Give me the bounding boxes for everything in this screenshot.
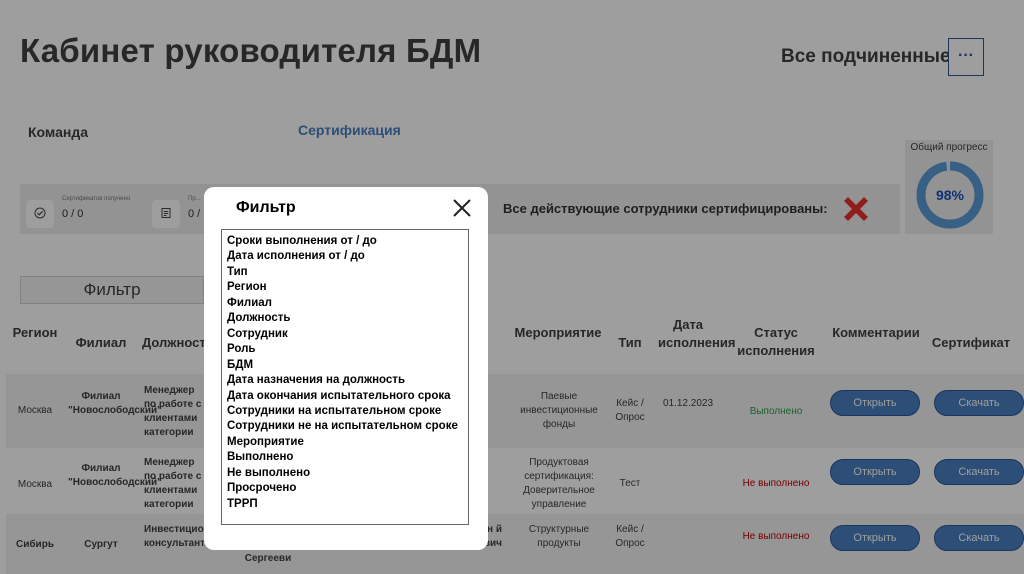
- filter-option-bdm[interactable]: БДМ: [227, 358, 468, 373]
- filter-option-position[interactable]: Должность: [227, 311, 468, 326]
- filter-option-probation-end-date[interactable]: Дата окончания испытательного срока: [227, 389, 468, 404]
- modal-title: Фильтр: [236, 199, 296, 216]
- filter-option-event[interactable]: Мероприятие: [227, 435, 468, 450]
- filter-option-deadline-range[interactable]: Сроки выполнения от / до: [227, 234, 468, 249]
- filter-option-employee[interactable]: Сотрудник: [227, 327, 468, 342]
- filter-option-not-completed[interactable]: Не выполнено: [227, 466, 468, 481]
- modal-backdrop[interactable]: [0, 0, 1024, 574]
- filter-options-list: Сроки выполнения от / до Дата исполнения…: [221, 229, 469, 525]
- filter-modal: Фильтр Сроки выполнения от / до Дата исп…: [204, 187, 488, 550]
- filter-option-overdue[interactable]: Просрочено: [227, 481, 468, 496]
- filter-option-appointment-date[interactable]: Дата назначения на должность: [227, 373, 468, 388]
- filter-option-type[interactable]: Тип: [227, 265, 468, 280]
- filter-option-completed[interactable]: Выполнено: [227, 450, 468, 465]
- filter-option-region[interactable]: Регион: [227, 280, 468, 295]
- close-icon[interactable]: [451, 197, 473, 219]
- filter-option-trrp[interactable]: ТРРП: [227, 497, 468, 512]
- filter-option-role[interactable]: Роль: [227, 342, 468, 357]
- filter-option-on-probation[interactable]: Сотрудники на испытательном сроке: [227, 404, 468, 419]
- filter-option-branch[interactable]: Филиал: [227, 296, 468, 311]
- filter-option-execution-date-range[interactable]: Дата исполнения от / до: [227, 249, 468, 264]
- filter-option-not-on-probation[interactable]: Сотрудники не на испытательном сроке: [227, 419, 468, 434]
